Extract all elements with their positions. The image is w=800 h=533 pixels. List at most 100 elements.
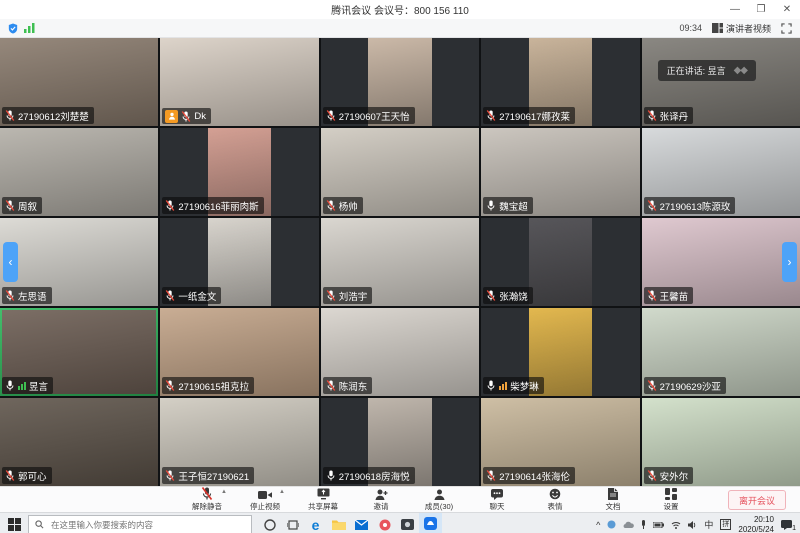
participant-name: 27190612刘楚楚: [18, 109, 89, 123]
cortana-icon[interactable]: [258, 513, 281, 533]
fullscreen-icon[interactable]: [781, 23, 792, 34]
video-tile[interactable]: 27190615祖克拉: [160, 308, 318, 396]
wifi-icon[interactable]: [671, 521, 681, 529]
mic-muted-icon: [647, 290, 657, 301]
volume-icon[interactable]: [688, 521, 697, 529]
options-caret-icon[interactable]: ▲: [279, 489, 285, 495]
video-tile[interactable]: 周叙: [0, 128, 158, 216]
video-tile[interactable]: 安外尔: [642, 398, 800, 486]
mic-muted-icon: [486, 470, 496, 481]
tray-mic-icon[interactable]: [641, 520, 646, 529]
toolbar-mic-muted-button[interactable]: ▲ 解除静音: [185, 487, 229, 512]
mic-muted-icon: [326, 290, 336, 301]
next-page-arrow[interactable]: ›: [782, 242, 797, 282]
video-tile[interactable]: 魏宝超: [481, 128, 639, 216]
taskbar-search[interactable]: [28, 515, 252, 533]
video-tile[interactable]: 杨帅: [321, 128, 479, 216]
video-tile[interactable]: 昱言: [0, 308, 158, 396]
video-tile[interactable]: 27190617娜孜莱: [481, 38, 639, 126]
start-button[interactable]: [0, 518, 28, 531]
toolbar-chat-button[interactable]: 聊天: [475, 487, 519, 512]
toolbar-button-label: 停止视频: [250, 501, 280, 512]
ime-mode-indicator[interactable]: 拼: [720, 519, 731, 530]
mic-icon: [486, 200, 496, 211]
taskbar-clock[interactable]: 20:102020/5/24: [738, 515, 774, 533]
participant-name: 王子恒27190621: [178, 469, 249, 483]
tray-app-icon[interactable]: [607, 520, 616, 529]
mic-muted-icon: [5, 110, 15, 121]
video-tile[interactable]: 柴梦琳: [481, 308, 639, 396]
participant-name-label: 左思语: [2, 287, 52, 304]
minimize-button[interactable]: —: [722, 0, 748, 19]
participant-name: 27190614张海伦: [499, 469, 570, 483]
layout-icon: [712, 23, 723, 33]
toolbar-emoji-button[interactable]: 表情: [533, 487, 577, 512]
video-tile[interactable]: 张译丹正在讲话: 昱言◆◆: [642, 38, 800, 126]
notification-center-icon[interactable]: 1: [781, 520, 792, 530]
video-tile[interactable]: 27190618房海悦: [321, 398, 479, 486]
mic-muted-icon: [5, 470, 15, 481]
toolbar-button-label: 解除静音: [192, 501, 222, 512]
participant-name-label: 安外尔: [644, 467, 694, 484]
options-caret-icon[interactable]: ▲: [221, 489, 227, 495]
video-tile[interactable]: 27190607王天怡: [321, 38, 479, 126]
video-tile[interactable]: 左思语: [0, 218, 158, 306]
video-tile[interactable]: 王子恒27190621: [160, 398, 318, 486]
video-tile[interactable]: 27190614张海伦: [481, 398, 639, 486]
network-signal-icon[interactable]: [24, 23, 35, 33]
onedrive-cloud-icon[interactable]: [623, 521, 634, 528]
toolbar-member-button[interactable]: 成员(30): [417, 487, 461, 512]
pink-app-icon[interactable]: [373, 513, 396, 533]
mic-muted-icon: [165, 290, 175, 301]
mail-app-icon[interactable]: [350, 513, 373, 533]
participant-name: 杨帅: [339, 199, 358, 213]
volume-level-icon: [18, 381, 26, 390]
close-button[interactable]: ✕: [774, 0, 800, 19]
video-tile[interactable]: 郭可心: [0, 398, 158, 486]
video-tile[interactable]: 一纸金文: [160, 218, 318, 306]
meeting-toolbar: ▲ 解除静音 ▲ 停止视频 共享屏幕邀请成员(30) 聊天表情文档设置 离开会议: [0, 486, 800, 512]
video-tile[interactable]: Dk: [160, 38, 318, 126]
maximize-button[interactable]: ❐: [748, 0, 774, 19]
video-tile[interactable]: 刘浩宇: [321, 218, 479, 306]
settings-icon: [665, 487, 677, 500]
toolbar-invite-button[interactable]: 邀请: [359, 487, 403, 512]
toolbar-screen-button[interactable]: 共享屏幕: [301, 487, 345, 512]
toolbar-settings-button[interactable]: 设置: [649, 487, 693, 512]
search-input[interactable]: [49, 519, 245, 531]
participant-name-label: 27190607王天怡: [323, 107, 415, 124]
toolbar-button-label: 设置: [664, 501, 679, 512]
video-tile[interactable]: 张瀚饶: [481, 218, 639, 306]
participant-name: Dk: [194, 111, 206, 122]
task-view-icon[interactable]: [281, 513, 304, 533]
security-shield-icon[interactable]: [8, 23, 18, 34]
participant-name-label: 柴梦琳: [483, 377, 544, 394]
video-tile[interactable]: 27190613陈源玫: [642, 128, 800, 216]
participant-name: 27190616菲丽肉斯: [178, 199, 258, 213]
leave-meeting-button[interactable]: 离开会议: [728, 490, 786, 510]
tencent-meeting-app-icon[interactable]: [419, 513, 442, 533]
previous-page-arrow[interactable]: ‹: [3, 242, 18, 282]
video-tile[interactable]: 27190616菲丽肉斯: [160, 128, 318, 216]
ime-language-indicator[interactable]: 中: [704, 518, 713, 531]
mic-muted-icon: [326, 380, 336, 391]
speaker-view-toggle[interactable]: 演讲者视频: [712, 22, 771, 35]
video-tile[interactable]: 王馨苗: [642, 218, 800, 306]
participant-name: 27190617娜孜莱: [499, 109, 570, 123]
toolbar-camera-button[interactable]: ▲ 停止视频: [243, 487, 287, 512]
camera-app-icon[interactable]: [396, 513, 419, 533]
participant-name-label: 27190617娜孜莱: [483, 107, 575, 124]
participant-name-label: 27190612刘楚楚: [2, 107, 94, 124]
mic-muted-icon: [486, 290, 496, 301]
battery-icon[interactable]: [653, 522, 664, 528]
participant-name: 27190618房海悦: [339, 469, 410, 483]
file-explorer-icon[interactable]: [327, 513, 350, 533]
toolbar-doc-button[interactable]: 文档: [591, 487, 635, 512]
participant-name-label: 27190629沙亚: [644, 377, 726, 394]
edge-browser-icon[interactable]: e: [304, 513, 327, 533]
video-tile[interactable]: 27190612刘楚楚: [0, 38, 158, 126]
participant-name: 魏宝超: [499, 199, 528, 213]
video-tile[interactable]: 27190629沙亚: [642, 308, 800, 396]
tray-expand-caret[interactable]: ^: [596, 520, 600, 530]
video-tile[interactable]: 陈润东: [321, 308, 479, 396]
